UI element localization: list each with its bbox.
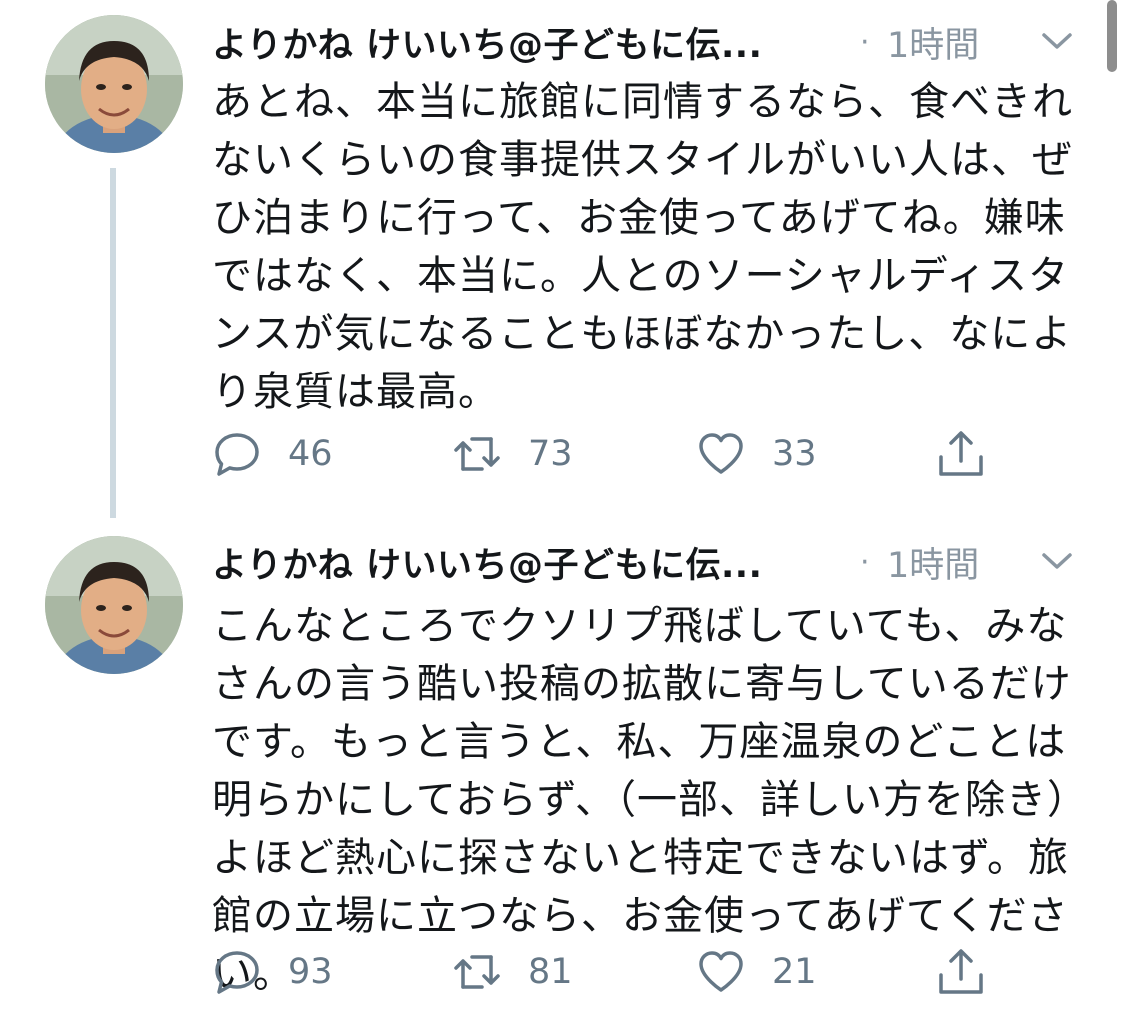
display-name[interactable]: よりかね けいいち@子どもに伝... [212,17,762,68]
tweet[interactable]: よりかね けいいち@子どもに伝... · 1時間 こんなところでクソリプ飛ばして… [0,520,1125,1019]
separator-dot: · [860,544,870,580]
heart-icon [699,951,743,992]
share-button[interactable] [936,424,986,484]
chevron-down-icon[interactable] [1040,28,1074,54]
share-icon [939,949,983,994]
display-name[interactable]: よりかね けいいち@子どもに伝... [212,537,762,588]
avatar-photo [45,15,183,153]
tweet-header: よりかね けいいち@子どもに伝... · 1時間 [212,534,1085,590]
share-icon [939,431,983,476]
heart-icon [699,433,743,474]
reply-button[interactable]: 93 [212,942,333,1002]
avatar[interactable] [45,15,183,153]
tweet-text: あとね、本当に旅館に同情するなら、食べきれないくらいの食事提供スタイルがいい人は… [212,79,1073,415]
separator-dot: · [860,24,870,60]
tweet-actions: 93 81 21 [212,942,1012,1002]
reply-icon [215,433,259,476]
like-count: 21 [772,952,817,992]
retweet-icon [454,955,500,989]
tweet-header: よりかね けいいち@子どもに伝... · 1時間 [212,14,1085,70]
timestamp[interactable]: 1時間 [887,537,979,588]
retweet-button[interactable]: 73 [452,424,573,484]
chevron-down-icon[interactable] [1040,548,1074,574]
retweet-icon [454,437,500,471]
avatar-photo [45,536,183,674]
reply-icon [215,951,259,994]
timestamp[interactable]: 1時間 [887,17,979,68]
retweet-count: 81 [528,952,573,992]
share-button[interactable] [936,942,986,1002]
tweet-actions: 46 73 33 [212,424,1012,484]
avatar[interactable] [45,536,183,674]
like-button[interactable]: 21 [696,942,817,1002]
reply-count: 46 [288,434,333,474]
thread-connector [110,168,116,518]
retweet-count: 73 [528,434,573,474]
tweet[interactable]: よりかね けいいち@子どもに伝... · 1時間 あとね、本当に旅館に同情するな… [0,0,1125,520]
retweet-button[interactable]: 81 [452,942,573,1002]
like-count: 33 [772,434,817,474]
reply-button[interactable]: 46 [212,424,333,484]
reply-count: 93 [288,952,333,992]
like-button[interactable]: 33 [696,424,817,484]
